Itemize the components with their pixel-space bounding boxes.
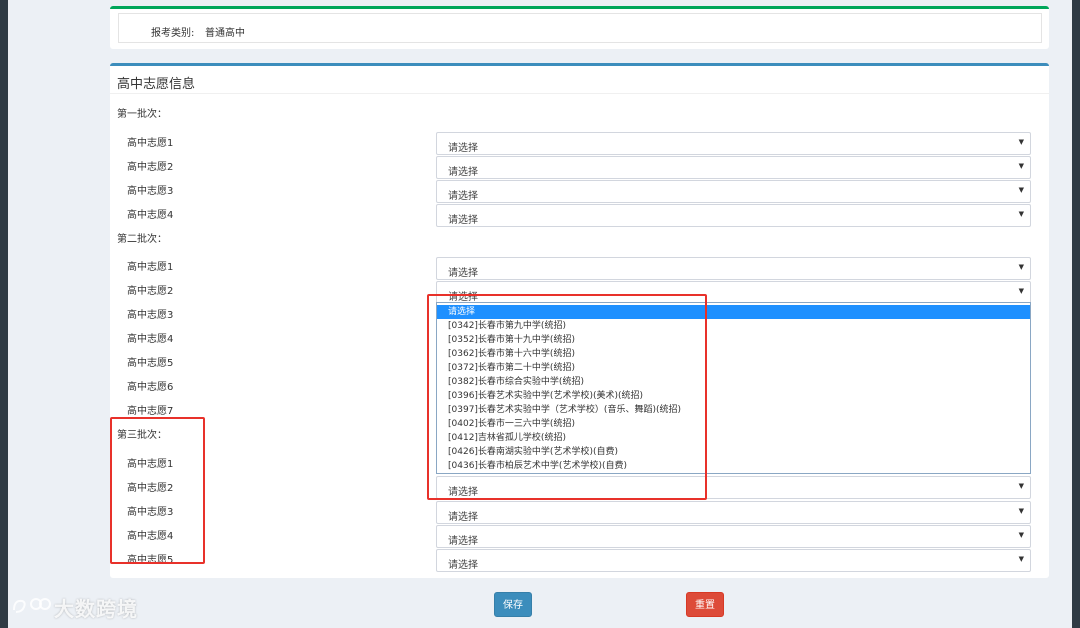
batch-1-wish-4-label: 高中志愿4 [127,210,174,221]
batch-3-wish-3-select[interactable]: 请选择 ▼ [436,501,1031,524]
batch-3-wish-4-select[interactable]: 请选择 ▼ [436,525,1031,548]
caret-down-icon: ▼ [1018,531,1024,539]
caret-down-icon: ▼ [1018,482,1024,490]
select-value: 请选择 [448,268,478,279]
registration-panel: 报考类别: 普通高中 [110,6,1049,49]
caret-down-icon: ▼ [1018,186,1024,194]
select-value: 请选择 [448,215,478,226]
batch-1-wish-2-select[interactable]: 请选择 ▼ [436,156,1031,179]
batch-2-wish-6-label: 高中志愿6 [127,382,174,393]
batch-2-wish-1-label: 高中志愿1 [127,262,174,273]
batch-2-wish-1-select[interactable]: 请选择 ▼ [436,257,1031,280]
title-divider [110,93,1049,94]
batch-2-wish-7-label: 高中志愿7 [127,406,174,417]
select-value: 请选择 [448,536,478,547]
registration-label: 报考类别: [151,28,195,39]
batch-3-highlight-box [110,417,205,564]
left-sidebar-edge [0,0,8,628]
batch-1-wish-1-label: 高中志愿1 [127,138,174,149]
save-button[interactable]: 保存 [494,592,532,617]
dropdown-highlight-box [427,294,707,500]
select-value: 请选择 [448,512,478,523]
caret-down-icon: ▼ [1018,138,1024,146]
batch-1-wish-4-select[interactable]: 请选择 ▼ [436,204,1031,227]
watermark-text: 大数跨境 [54,597,138,621]
select-value: 请选择 [448,191,478,202]
batch-1-wish-3-label: 高中志愿3 [127,186,174,197]
batch-1-wish-2-label: 高中志愿2 [127,162,174,173]
batch-2-wish-3-label: 高中志愿3 [127,310,174,321]
batch-2-wish-4-label: 高中志愿4 [127,334,174,345]
caret-down-icon: ▼ [1018,287,1024,295]
select-value: 请选择 [448,167,478,178]
caret-down-icon: ▼ [1018,263,1024,271]
select-value: 请选择 [448,560,478,571]
batch-2-wish-5-label: 高中志愿5 [127,358,174,369]
panel-title: 高中志愿信息 [117,77,196,92]
batch-1-wish-1-select[interactable]: 请选择 ▼ [436,132,1031,155]
right-sidebar-edge [1072,0,1080,628]
batch-3-wish-5-select[interactable]: 请选择 ▼ [436,549,1031,572]
caret-down-icon: ▼ [1018,210,1024,218]
caret-down-icon: ▼ [1018,162,1024,170]
batch-2-wish-2-label: 高中志愿2 [127,286,174,297]
watermark-logo-icon [13,598,51,613]
caret-down-icon: ▼ [1018,507,1024,515]
registration-box: 报考类别: 普通高中 [118,13,1042,43]
batch-1-label: 第一批次： [117,109,167,120]
reset-button[interactable]: 重置 [686,592,724,617]
batch-2-label: 第二批次： [117,234,167,245]
caret-down-icon: ▼ [1018,555,1024,563]
select-value: 请选择 [448,143,478,154]
batch-1-wish-3-select[interactable]: 请选择 ▼ [436,180,1031,203]
registration-value: 普通高中 [205,28,245,39]
